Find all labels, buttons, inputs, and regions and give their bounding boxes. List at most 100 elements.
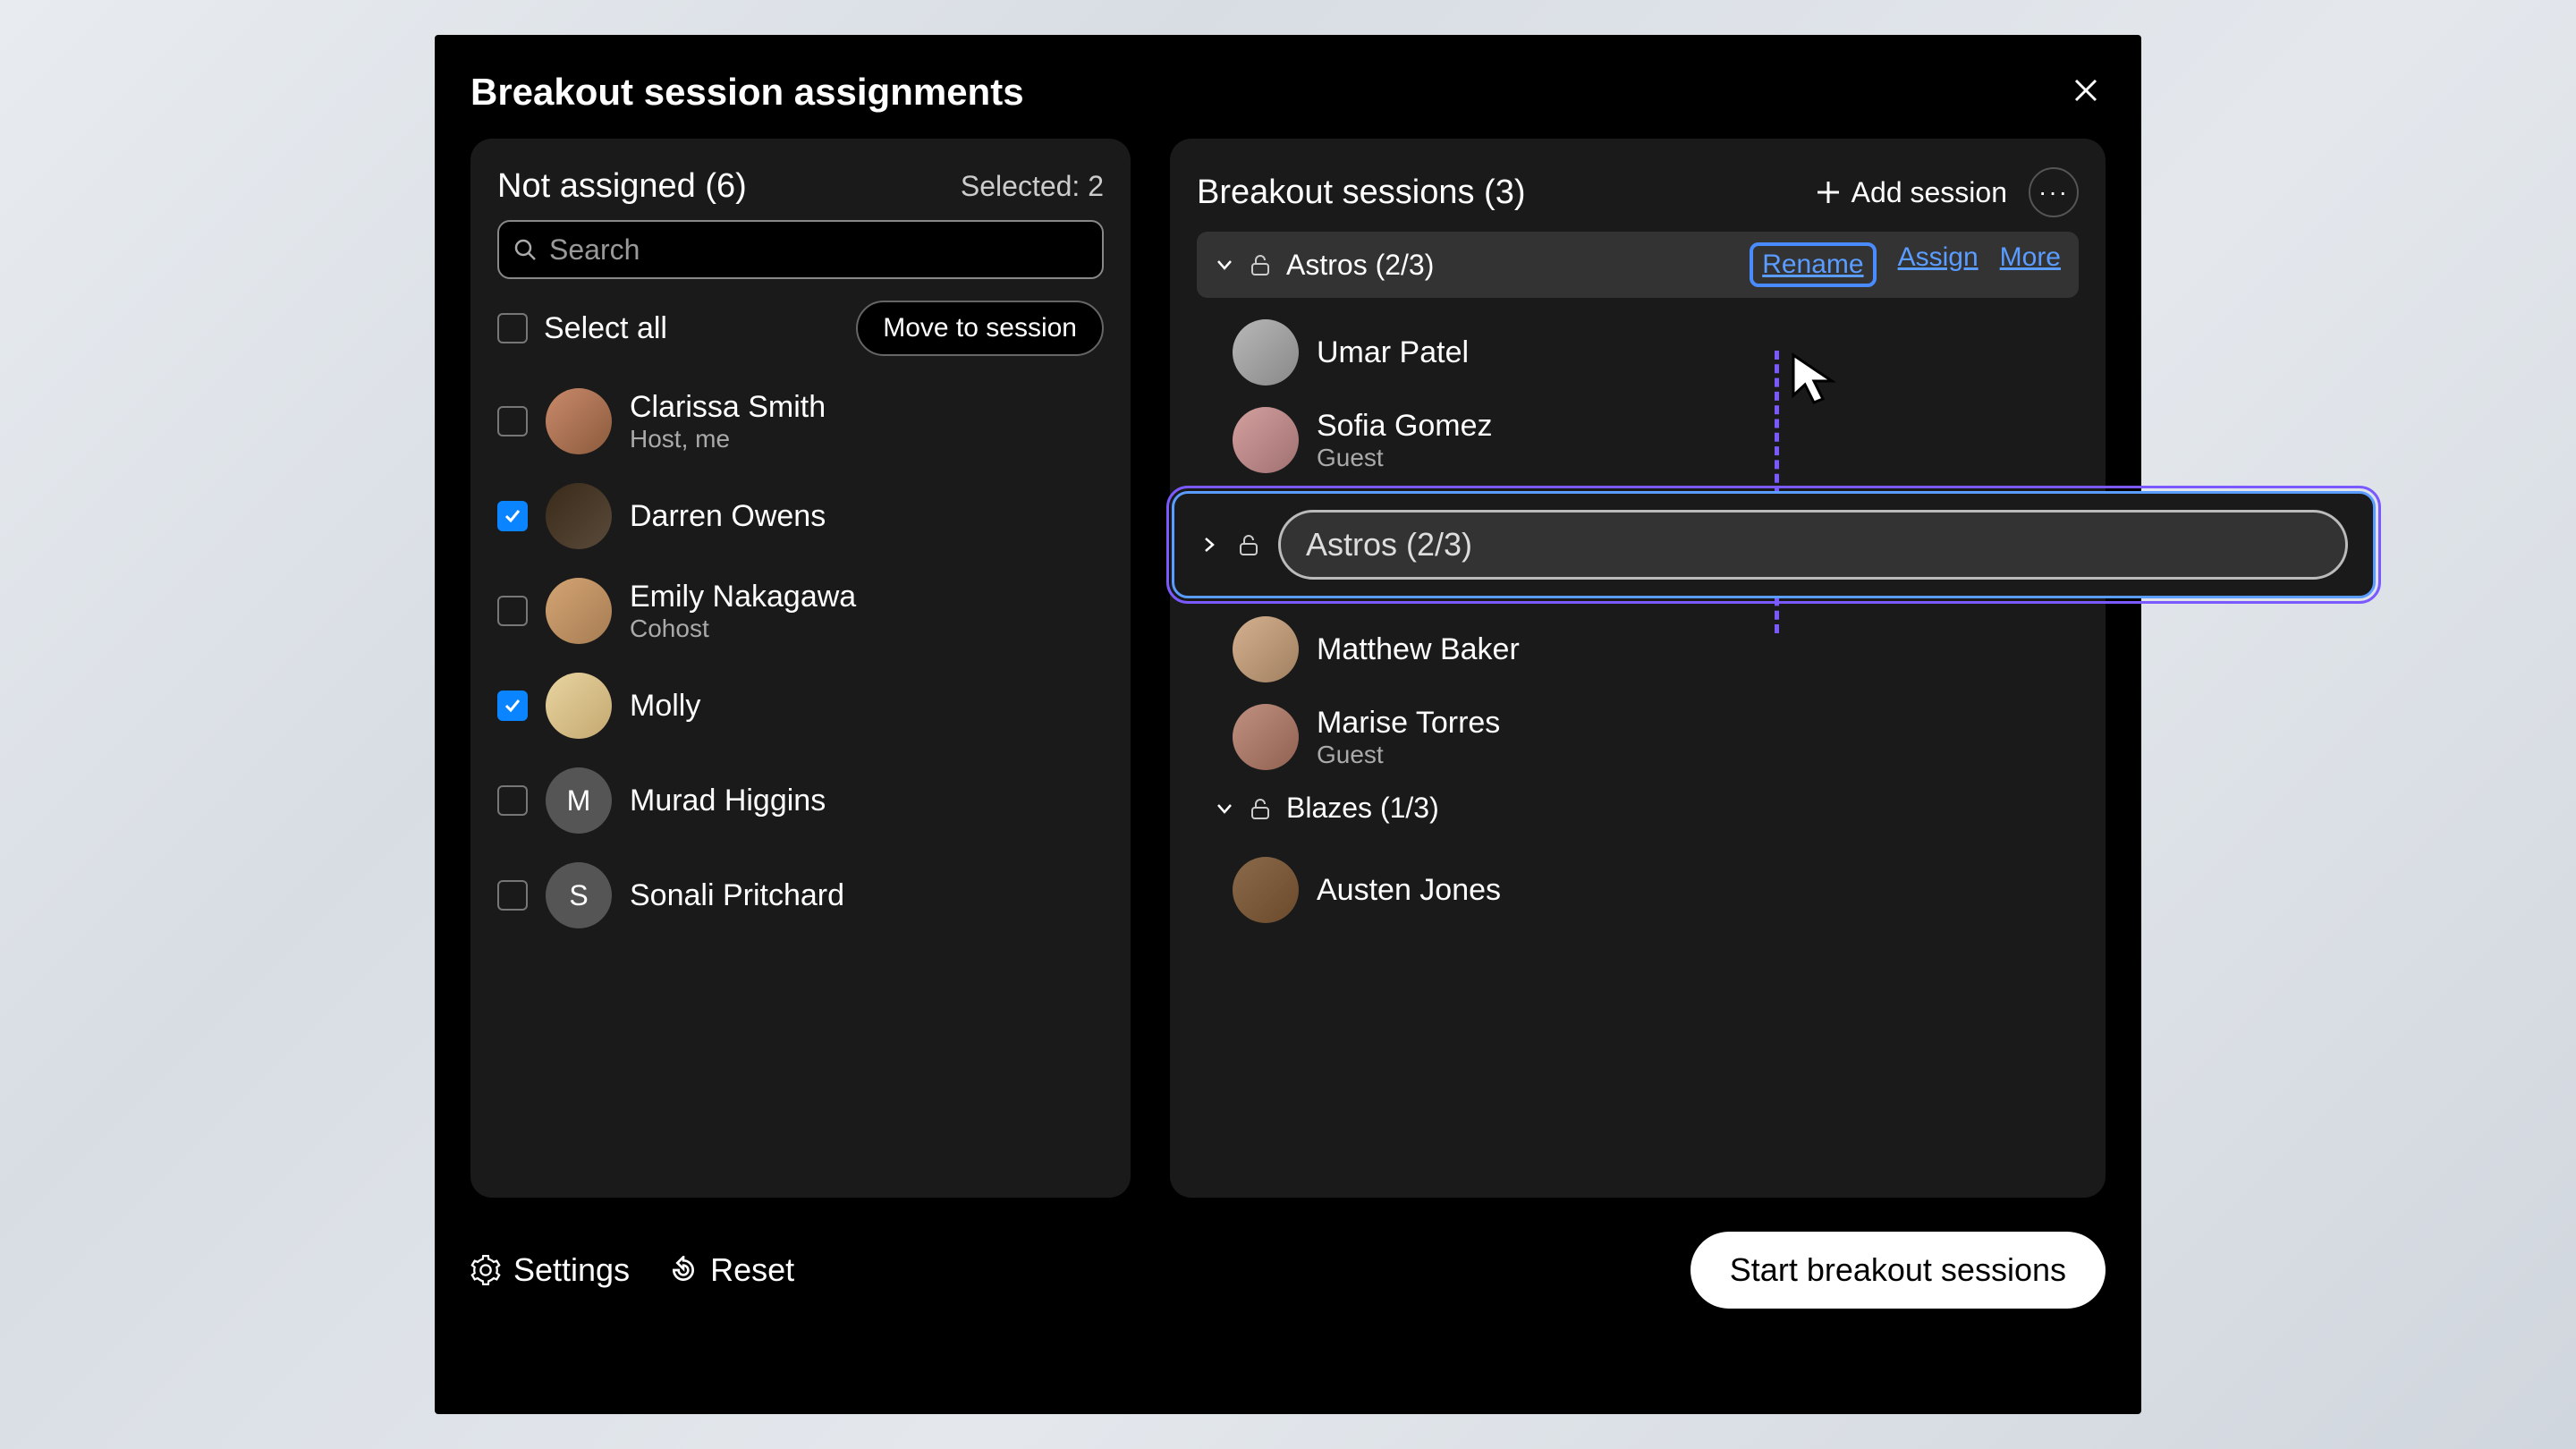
lock-icon-wrap xyxy=(1250,797,1270,820)
chevron-down-icon xyxy=(1215,799,1234,818)
person-checkbox[interactable] xyxy=(497,880,528,911)
close-button[interactable] xyxy=(2068,72,2104,108)
person-row[interactable]: M Murad Higgins xyxy=(497,753,1104,848)
member-info: Marise TorresGuest xyxy=(1317,706,1500,769)
member-row[interactable]: Sofia GomezGuest xyxy=(1233,396,2079,484)
person-name: Darren Owens xyxy=(630,499,826,534)
session-members: Austen Jones xyxy=(1197,846,2079,934)
not-assigned-header: Not assigned (6) Selected: 2 xyxy=(497,167,1104,206)
avatar xyxy=(1233,704,1299,770)
person-row[interactable]: SSonali Pritchard xyxy=(497,848,1104,943)
member-row[interactable]: Matthew Baker xyxy=(1233,606,2079,693)
person-row[interactable]: Clarissa SmithHost, me xyxy=(497,374,1104,469)
settings-button[interactable]: Settings xyxy=(470,1251,630,1289)
member-name: Sofia Gomez xyxy=(1317,409,1493,444)
close-icon xyxy=(2072,77,2099,104)
avatar xyxy=(1233,319,1299,386)
expand-toggle[interactable] xyxy=(1215,799,1234,818)
member-info: Austen Jones xyxy=(1317,873,1501,908)
search-input[interactable] xyxy=(549,233,1088,267)
reset-button[interactable]: Reset xyxy=(669,1251,794,1289)
move-to-session-button[interactable]: Move to session xyxy=(856,301,1104,356)
person-info: Clarissa SmithHost, me xyxy=(630,390,826,453)
avatar xyxy=(546,388,612,454)
footer-left: Settings Reset xyxy=(470,1251,794,1289)
member-name: Marise Torres xyxy=(1317,706,1500,741)
session-name: Blazes (1/3) xyxy=(1286,792,1439,825)
add-session-label: Add session xyxy=(1852,176,2007,209)
breakout-dialog: Breakout session assignments Not assigne… xyxy=(435,35,2141,1414)
chevron-down-icon xyxy=(1215,255,1234,275)
person-role: Host, me xyxy=(630,425,826,453)
unlock-icon xyxy=(1250,253,1270,276)
gear-icon xyxy=(470,1255,501,1285)
session-actions: Rename Assign More xyxy=(1750,242,2061,287)
reset-icon xyxy=(669,1256,698,1284)
member-row[interactable]: Umar Patel xyxy=(1233,309,2079,396)
member-role: Guest xyxy=(1317,444,1493,472)
session-name: Astros (2/3) xyxy=(1286,249,1434,282)
sessions-title: Breakout sessions (3) xyxy=(1197,174,1526,212)
search-box[interactable] xyxy=(497,220,1104,279)
avatar xyxy=(1233,616,1299,682)
person-row[interactable]: Darren Owens xyxy=(497,469,1104,564)
chevron-right-icon xyxy=(1199,535,1219,555)
person-info: Darren Owens xyxy=(630,499,826,534)
session-rename-row xyxy=(1172,491,2376,598)
member-row[interactable]: Austen Jones xyxy=(1233,846,2079,934)
member-role: Guest xyxy=(1317,741,1500,769)
person-name: Emily Nakagawa xyxy=(630,580,856,614)
session-header[interactable]: Astros (2/3) Rename Assign More xyxy=(1197,232,2079,298)
select-row: Select all Move to session xyxy=(497,301,1104,356)
columns: Not assigned (6) Selected: 2 Select all … xyxy=(470,139,2106,1198)
person-checkbox[interactable] xyxy=(497,406,528,436)
start-sessions-button[interactable]: Start breakout sessions xyxy=(1690,1232,2106,1309)
people-list: Clarissa SmithHost, me Darren Owens Emily … xyxy=(497,374,1104,943)
select-all-checkbox[interactable] xyxy=(497,313,528,343)
person-info: Emily NakagawaCohost xyxy=(630,580,856,643)
session-header[interactable]: Blazes (1/3) xyxy=(1197,781,2079,835)
avatar xyxy=(546,483,612,549)
person-row[interactable]: Emily NakagawaCohost xyxy=(497,564,1104,658)
select-all[interactable]: Select all xyxy=(497,311,667,346)
sessions-panel: Breakout sessions (3) Add session ··· As… xyxy=(1170,139,2106,1198)
select-all-label: Select all xyxy=(544,311,667,346)
avatar: M xyxy=(546,767,612,834)
cursor-icon xyxy=(1789,351,1843,413)
sessions-list: Astros (2/3) Rename Assign More Umar Patel So… xyxy=(1197,232,2079,934)
reset-label: Reset xyxy=(710,1251,794,1289)
person-info: Sonali Pritchard xyxy=(630,878,844,913)
rename-input[interactable] xyxy=(1306,526,2320,564)
session-members: Umar Patel Sofia GomezGuest xyxy=(1197,309,2079,484)
not-assigned-title: Not assigned (6) xyxy=(497,167,747,206)
plus-icon xyxy=(1816,180,1841,205)
avatar xyxy=(546,578,612,644)
person-checkbox[interactable] xyxy=(497,501,528,531)
person-name: Molly xyxy=(630,689,700,724)
person-checkbox[interactable] xyxy=(497,691,528,721)
person-row[interactable]: Molly xyxy=(497,658,1104,753)
session-header-left: Astros (2/3) xyxy=(1215,249,1434,282)
rename-link[interactable]: Rename xyxy=(1750,242,1876,287)
add-session-button[interactable]: Add session xyxy=(1816,176,2007,209)
expand-toggle[interactable] xyxy=(1199,535,1219,555)
more-link[interactable]: More xyxy=(2000,242,2061,287)
member-row[interactable]: Marise TorresGuest xyxy=(1233,693,2079,781)
member-info: Umar Patel xyxy=(1317,335,1469,370)
assign-link[interactable]: Assign xyxy=(1898,242,1979,287)
avatar xyxy=(1233,857,1299,923)
session-header-left: Blazes (1/3) xyxy=(1215,792,1439,825)
person-checkbox[interactable] xyxy=(497,785,528,816)
member-info: Matthew Baker xyxy=(1317,632,1520,667)
person-info: Murad Higgins xyxy=(630,784,826,818)
unlock-icon xyxy=(1239,533,1258,556)
rename-input-box[interactable] xyxy=(1278,510,2348,580)
lock-icon-wrap xyxy=(1239,533,1258,556)
person-checkbox[interactable] xyxy=(497,596,528,626)
session-members: Matthew Baker Marise TorresGuest xyxy=(1197,606,2079,781)
person-role: Cohost xyxy=(630,614,856,643)
settings-label: Settings xyxy=(513,1251,630,1289)
avatar xyxy=(546,673,612,739)
expand-toggle[interactable] xyxy=(1215,255,1234,275)
more-options-button[interactable]: ··· xyxy=(2029,167,2079,217)
